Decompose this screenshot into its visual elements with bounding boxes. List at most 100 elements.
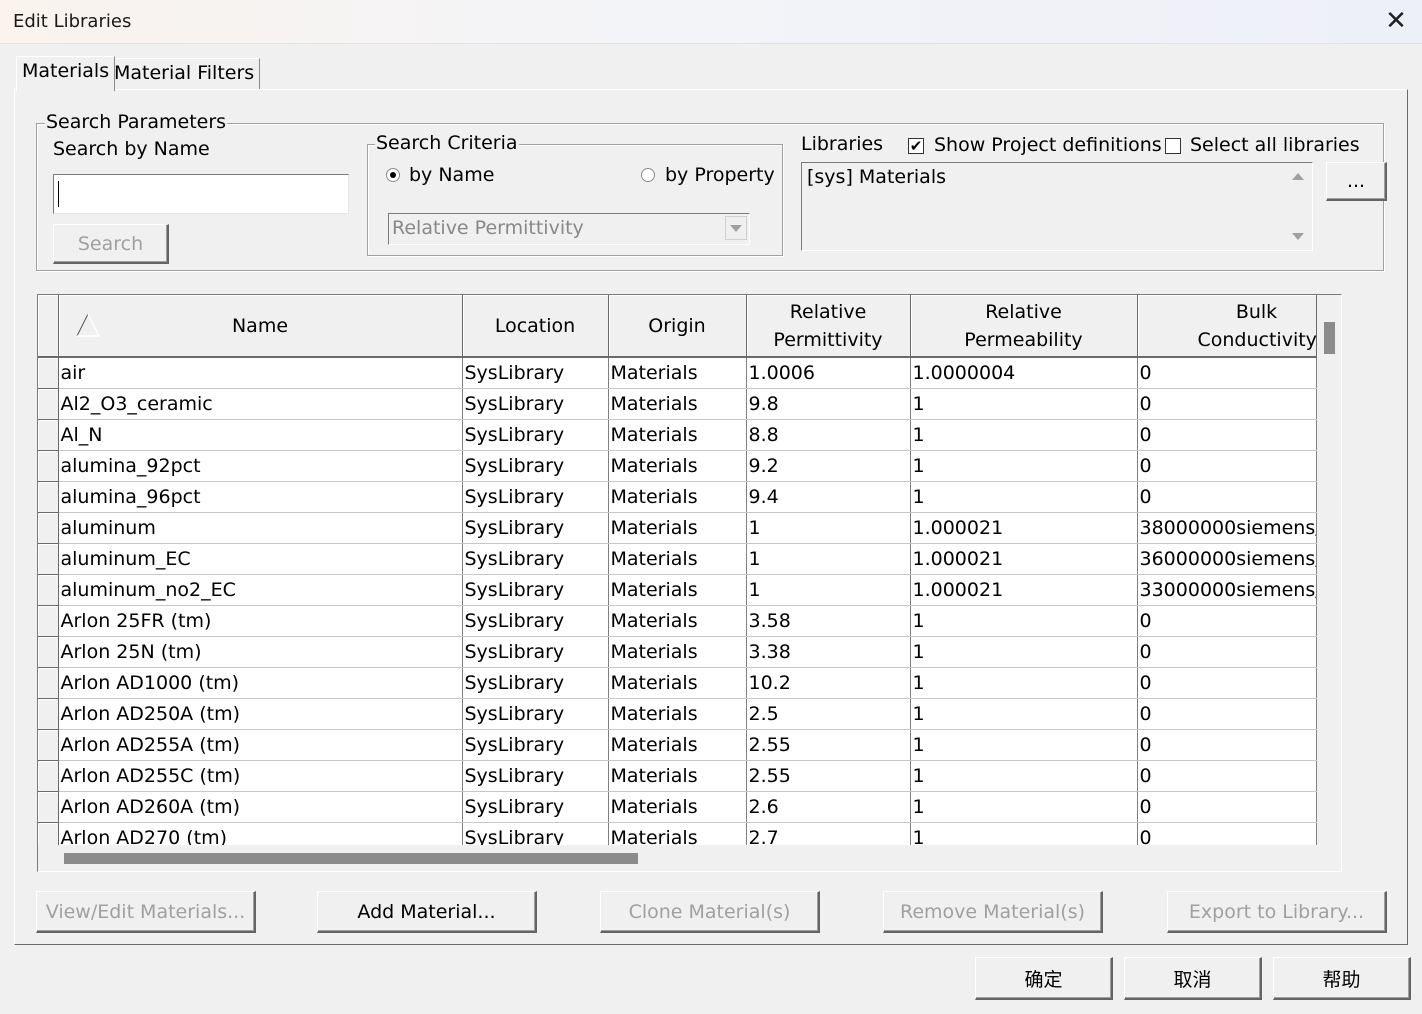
table-row[interactable]: Al2_O3_ceramic SysLibrary Materials 9.8 1 0 — [38, 388, 1317, 420]
table-row[interactable]: aluminum SysLibrary Materials 1 1.000021 3800… — [38, 512, 1317, 544]
table-cell[interactable]: 0 — [1137, 698, 1317, 730]
table-row[interactable]: Arlon AD260A (tm) SysLibrary Materials 2.6 1… — [38, 791, 1317, 823]
library-item[interactable]: [sys] Materials — [807, 166, 946, 188]
by-name-radio[interactable] — [386, 168, 400, 182]
by-property-label[interactable]: by Property — [665, 164, 775, 186]
table-cell[interactable]: 1 — [746, 512, 911, 544]
table-cell[interactable]: 1.000021 — [910, 574, 1138, 606]
table-cell[interactable]: Materials — [608, 791, 747, 823]
scroll-up-icon[interactable] — [1292, 173, 1304, 180]
table-row[interactable]: Arlon 25N (tm) SysLibrary Materials 3.38 1 0 — [38, 636, 1317, 668]
table-cell[interactable]: SysLibrary — [462, 450, 609, 482]
row-header[interactable] — [38, 636, 59, 668]
vertical-scroll-thumb[interactable] — [1324, 322, 1335, 354]
table-cell[interactable]: Arlon AD255C (tm) — [58, 760, 463, 792]
column-header-relative-permittivity[interactable]: Relative Permittivity — [746, 295, 911, 358]
table-cell[interactable]: Arlon 25N (tm) — [58, 636, 463, 668]
dropdown-button[interactable] — [725, 216, 747, 240]
table-cell[interactable]: 0 — [1137, 388, 1317, 420]
table-cell[interactable]: 1 — [910, 791, 1138, 823]
row-header[interactable] — [38, 574, 59, 606]
table-row[interactable]: air SysLibrary Materials 1.0006 1.0000004 0 — [38, 357, 1317, 389]
table-cell[interactable]: Materials — [608, 419, 747, 451]
table-cell[interactable]: Al_N — [58, 419, 463, 451]
table-cell[interactable]: aluminum_EC — [58, 543, 463, 575]
table-row[interactable]: alumina_96pct SysLibrary Materials 9.4 1 0 — [38, 481, 1317, 513]
table-cell[interactable]: 1 — [910, 698, 1138, 730]
table-cell[interactable]: SysLibrary — [462, 419, 609, 451]
table-cell[interactable]: 0 — [1137, 791, 1317, 823]
view-edit-materials-button[interactable]: View/Edit Materials... — [36, 891, 256, 933]
table-cell[interactable]: Materials — [608, 667, 747, 699]
table-cell[interactable]: alumina_96pct — [58, 481, 463, 513]
row-header[interactable] — [38, 729, 59, 761]
select-all-libraries-label[interactable]: Select all libraries — [1190, 134, 1360, 156]
column-header-name[interactable]: Name — [58, 295, 463, 358]
table-cell[interactable]: 36000000siemens/m — [1137, 543, 1317, 575]
table-cell[interactable]: 0 — [1137, 667, 1317, 699]
table-cell[interactable]: Arlon AD1000 (tm) — [58, 667, 463, 699]
table-cell[interactable]: alumina_92pct — [58, 450, 463, 482]
table-cell[interactable]: Materials — [608, 698, 747, 730]
table-cell[interactable]: 33000000siemens/m — [1137, 574, 1317, 606]
table-cell[interactable]: 1 — [746, 543, 911, 575]
table-cell[interactable]: 0 — [1137, 450, 1317, 482]
table-cell[interactable]: 9.2 — [746, 450, 911, 482]
show-project-definitions-label[interactable]: Show Project definitions — [934, 134, 1162, 156]
table-cell[interactable]: SysLibrary — [462, 791, 609, 823]
table-cell[interactable]: 9.8 — [746, 388, 911, 420]
table-row[interactable]: alumina_92pct SysLibrary Materials 9.2 1 0 — [38, 450, 1317, 482]
table-cell[interactable]: 1 — [746, 574, 911, 606]
cancel-button[interactable]: 取消 — [1124, 957, 1262, 1000]
table-cell[interactable]: SysLibrary — [462, 388, 609, 420]
table-cell[interactable]: 1.000021 — [910, 543, 1138, 575]
property-select[interactable]: Relative Permittivity — [388, 213, 750, 245]
table-cell[interactable]: 0 — [1137, 357, 1317, 389]
table-cell[interactable]: 1.0006 — [746, 357, 911, 389]
row-header[interactable] — [38, 357, 59, 389]
table-cell[interactable]: Arlon AD255A (tm) — [58, 729, 463, 761]
table-cell[interactable]: Arlon 25FR (tm) — [58, 605, 463, 637]
table-cell[interactable]: 1 — [910, 605, 1138, 637]
table-cell[interactable]: 10.2 — [746, 667, 911, 699]
ok-button[interactable]: 确定 — [975, 957, 1113, 1000]
horizontal-scrollbar[interactable] — [38, 845, 1341, 871]
by-name-label[interactable]: by Name — [409, 164, 494, 186]
table-cell[interactable]: air — [58, 357, 463, 389]
table-cell[interactable]: 38000000siemens/m — [1137, 512, 1317, 544]
table-cell[interactable]: 1 — [910, 450, 1138, 482]
table-cell[interactable]: SysLibrary — [462, 760, 609, 792]
by-property-radio[interactable] — [641, 168, 655, 182]
table-cell[interactable]: 2.5 — [746, 698, 911, 730]
table-cell[interactable]: SysLibrary — [462, 574, 609, 606]
table-row[interactable]: Arlon AD255A (tm) SysLibrary Materials 2.55… — [38, 729, 1317, 761]
table-cell[interactable]: 0 — [1137, 605, 1317, 637]
row-header[interactable] — [38, 450, 59, 482]
column-header-bulk-conductivity[interactable]: Bulk Conductivity — [1137, 295, 1317, 358]
table-cell[interactable]: Al2_O3_ceramic — [58, 388, 463, 420]
table-cell[interactable]: 1.000021 — [910, 512, 1138, 544]
table-cell[interactable]: Materials — [608, 574, 747, 606]
table-row[interactable]: aluminum_no2_EC SysLibrary Materials 1 1.000… — [38, 574, 1317, 606]
table-cell[interactable]: 1 — [910, 388, 1138, 420]
row-header[interactable] — [38, 791, 59, 823]
row-header[interactable] — [38, 543, 59, 575]
table-cell[interactable]: 2.55 — [746, 760, 911, 792]
table-row[interactable]: Arlon AD255C (tm) SysLibrary Materials 2.55… — [38, 760, 1317, 792]
table-cell[interactable]: Materials — [608, 481, 747, 513]
table-cell[interactable]: aluminum — [58, 512, 463, 544]
table-cell[interactable]: 1 — [910, 760, 1138, 792]
table-row[interactable]: Al_N SysLibrary Materials 8.8 1 0 — [38, 419, 1317, 451]
table-cell[interactable]: 1 — [910, 729, 1138, 761]
help-button[interactable]: 帮助 — [1273, 957, 1411, 1000]
row-header[interactable] — [38, 419, 59, 451]
select-all-libraries-checkbox[interactable] — [1165, 138, 1181, 154]
table-cell[interactable]: aluminum_no2_EC — [58, 574, 463, 606]
table-cell[interactable]: SysLibrary — [462, 698, 609, 730]
search-button[interactable]: Search — [53, 224, 169, 264]
table-cell[interactable]: 0 — [1137, 729, 1317, 761]
table-cell[interactable]: 2.55 — [746, 729, 911, 761]
column-header-origin[interactable]: Origin — [608, 295, 747, 358]
table-cell[interactable]: Materials — [608, 760, 747, 792]
row-header[interactable] — [38, 698, 59, 730]
